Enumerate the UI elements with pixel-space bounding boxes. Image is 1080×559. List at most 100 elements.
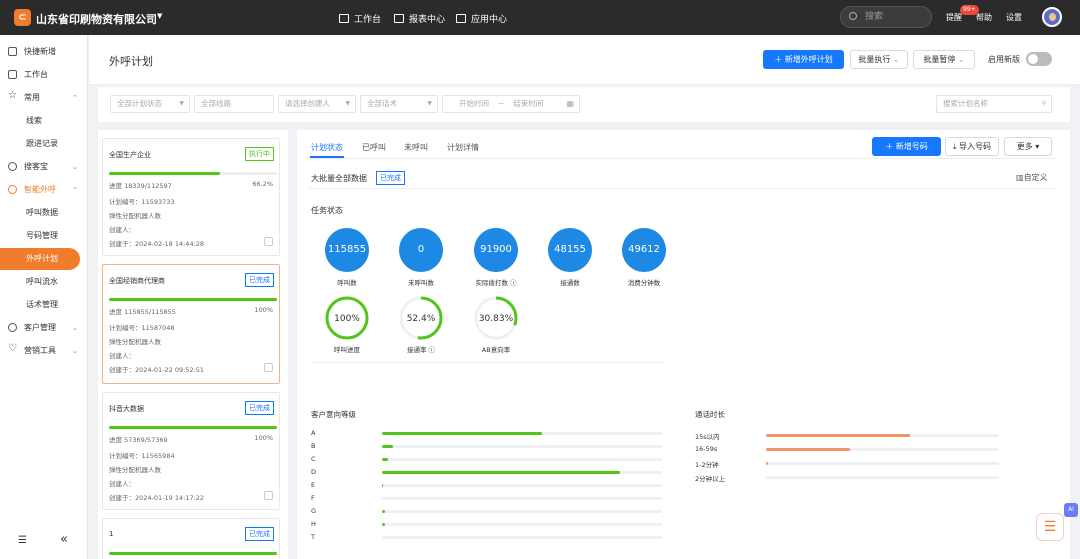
settings-link[interactable]: 设置 [1006, 12, 1022, 23]
intent-bar-fill [382, 484, 384, 487]
new-plan-button[interactable]: ＋ 新增外呼计划 [763, 50, 844, 69]
plan-progress-text: 进度 115855/115855 [109, 308, 176, 316]
tab-plan-status[interactable]: 计划状态 [311, 142, 343, 153]
intent-bar [382, 471, 662, 474]
custom-view-link[interactable]: ▥自定义 [1016, 172, 1048, 183]
plan-robots: 弹性分配机器人数 [109, 212, 161, 220]
status-badge: 已完成 [245, 273, 274, 287]
sidebar-item-common[interactable]: ☆ 常用 ⌃ [0, 87, 88, 109]
sidebar-item-customer-mgmt[interactable]: 客户管理 ⌄ [0, 317, 88, 339]
sidebar-item-smart-call[interactable]: 智能外呼 ⌃ [0, 179, 88, 201]
plan-card[interactable]: 全国经销商代理商 已完成 进度 115855/115855 100% 计划编号：… [102, 264, 280, 384]
plan-name-search[interactable]: 搜索计划名称 ⚲ [936, 95, 1052, 113]
new-version-toggle[interactable] [1026, 52, 1052, 66]
duration-bar-fill [766, 434, 911, 437]
status-filter[interactable]: 全部计划状态 ▼ [110, 95, 190, 113]
import-number-button[interactable]: ⤓ 导入号码 [945, 137, 999, 156]
svg-text:30.83%: 30.83% [479, 314, 514, 324]
intent-bar [382, 445, 662, 448]
sidebar-item-call-flow[interactable]: 呼叫流水 [0, 271, 88, 293]
plan-card[interactable]: 抖音大数据 已完成 进度 57369/57369 100% 计划编号：11565… [102, 392, 280, 510]
duration-bar [766, 476, 999, 479]
help-icon[interactable]: ⓘ [429, 346, 436, 354]
duration-bar-fill [766, 462, 769, 465]
sidebar-item-number-mgmt[interactable]: 号码管理 [0, 225, 88, 247]
intent-bar [382, 497, 662, 500]
intent-bar [382, 484, 662, 487]
intent-bar-fill [382, 471, 620, 474]
search-icon [849, 12, 857, 20]
plan-checkbox[interactable] [264, 363, 273, 372]
metric-circle: 48155 [548, 228, 592, 272]
nav-workbench[interactable]: 工作台 [339, 12, 381, 25]
batch-exec-button[interactable]: 批量执行 ⌄ [850, 50, 908, 69]
company-logo-icon[interactable]: ⊂ [14, 9, 31, 26]
tab-uncalled[interactable]: 未呼叫 [404, 142, 428, 153]
tab-called[interactable]: 已呼叫 [362, 142, 386, 153]
intent-label: B [311, 442, 316, 450]
company-name[interactable]: 山东省印刷物资有限公司 [36, 11, 157, 27]
sidebar-item-script-mgmt[interactable]: 话术管理 [0, 294, 88, 316]
chevron-up-icon: ⌃ [72, 94, 78, 102]
more-button[interactable]: 更多 ▾ [1004, 137, 1052, 156]
intent-bar-fill [382, 523, 385, 526]
help-icon[interactable]: ⓘ [510, 279, 517, 287]
plan-creator: 创建人： [109, 226, 135, 234]
tab-plan-detail[interactable]: 计划详情 [447, 142, 479, 153]
custom-icon: ▥ [1016, 173, 1024, 182]
status-badge: 执行中 [245, 147, 274, 161]
chevron-down-icon: ⌄ [892, 55, 900, 64]
menu-settings-icon[interactable]: ☰ [18, 535, 27, 546]
sidebar-item-call-plan[interactable]: 外呼计划 [0, 248, 80, 270]
batch-pause-button[interactable]: 批量暂停 ⌄ [913, 50, 975, 69]
new-number-button[interactable]: ＋ 新增号码 [872, 137, 941, 156]
intent-bar-fill [382, 432, 542, 435]
script-filter[interactable]: 全部话术 ▼ [360, 95, 438, 113]
intent-label: T [311, 533, 315, 541]
plan-card[interactable]: 1 已完成 [102, 518, 280, 559]
ring-label: AB意向率 [481, 346, 511, 354]
plan-checkbox[interactable] [264, 237, 273, 246]
tab-divider [307, 158, 1057, 159]
metric-label: 未呼叫数 [408, 279, 434, 287]
reminder-link[interactable]: 提醒 [946, 12, 962, 23]
plan-progress-bar [109, 298, 277, 301]
search-input[interactable]: 搜索 [840, 6, 932, 28]
chevron-down-icon: ▼ [179, 100, 184, 107]
intent-title: 客户意向等级 [311, 410, 356, 419]
help-link[interactable]: 帮助 [976, 12, 992, 23]
sidebar-item-soukebao[interactable]: 搜客宝 ⌄ [0, 156, 88, 178]
progress-fill [109, 298, 277, 301]
sidebar-item-quick-add[interactable]: 快捷新增 [0, 41, 88, 63]
plan-checkbox[interactable] [264, 491, 273, 500]
search-bag-icon [8, 162, 17, 171]
chevron-down-icon[interactable]: ▼ [157, 12, 162, 20]
list-menu-icon[interactable]: ☰ [1036, 513, 1064, 541]
intent-bar [382, 536, 662, 539]
plan-progress-text: 进度 18339/112597 [109, 182, 172, 190]
creator-filter[interactable]: 请选择创建人 ▼ [278, 95, 356, 113]
sidebar-item-marketing-tools[interactable]: ♡ 营销工具 ⌄ [0, 340, 88, 362]
nav-app-center[interactable]: 应用中心 [456, 12, 507, 25]
progress-fill [109, 552, 277, 555]
monitor-icon [8, 70, 17, 79]
line-filter[interactable]: 全部线路 [194, 95, 274, 113]
status-badge: 已完成 [376, 171, 405, 185]
calendar-icon: ▦ [566, 99, 574, 108]
avatar[interactable] [1042, 7, 1062, 27]
progress-ring: 100% [325, 296, 369, 340]
ai-assistant-button[interactable]: AI [1064, 503, 1078, 517]
nav-report-center[interactable]: 报表中心 [394, 12, 445, 25]
plan-created-at: 创建于：2024-02-18 14:44:28 [109, 240, 205, 248]
sidebar-item-call-data[interactable]: 呼叫数据 [0, 202, 88, 224]
sidebar-item-workbench[interactable]: 工作台 [0, 64, 88, 86]
sidebar-item-follow-up[interactable]: 跟进记录 [0, 133, 88, 155]
plan-creator: 创建人： [109, 352, 135, 360]
intent-bar [382, 510, 662, 513]
sidebar-item-leads[interactable]: 线索 [0, 110, 88, 132]
plan-number: 计划编号：11593733 [109, 198, 175, 206]
plan-title: 全国生产企业 [109, 151, 151, 159]
plan-card[interactable]: 全国生产企业 执行中 进度 18339/112597 66.2% 计划编号：11… [102, 138, 280, 256]
collapse-sidebar-icon[interactable]: « [60, 532, 68, 547]
date-range-picker[interactable]: 开始时间 ~ 结束时间 ▦ [442, 95, 580, 113]
